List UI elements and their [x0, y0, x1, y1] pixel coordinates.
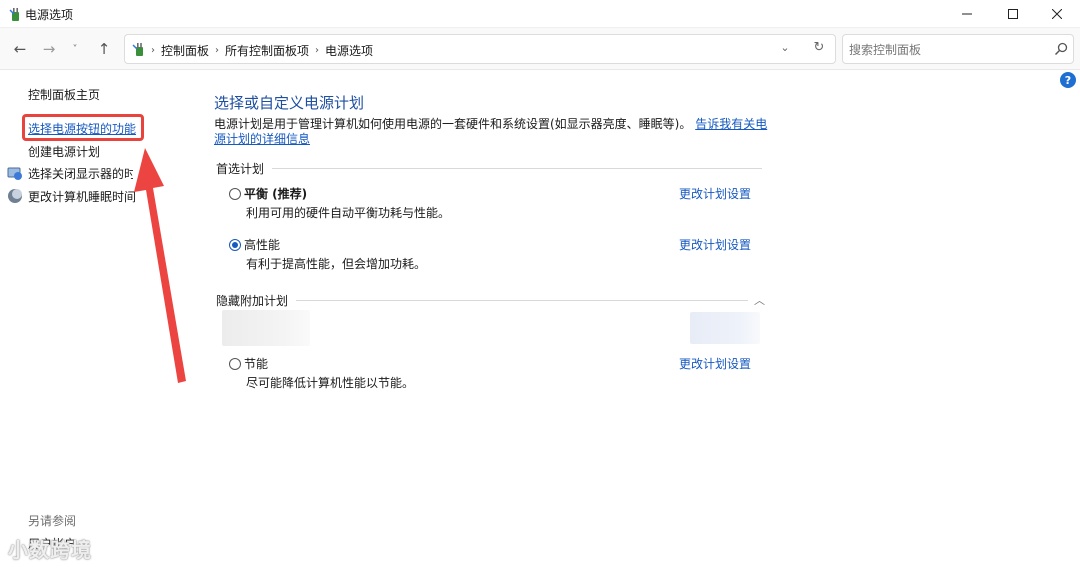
divider — [272, 168, 763, 169]
page-description: 电源计划是用于管理计算机如何使用电源的一套硬件和系统设置(如显示器亮度、睡眠等)… — [214, 117, 770, 147]
maximize-icon — [1008, 9, 1018, 19]
breadcrumb-separator: › — [315, 45, 320, 56]
minimize-icon — [962, 13, 972, 15]
chevron-down-icon: ˅ — [72, 43, 78, 55]
description-text: 电源计划是用于管理计算机如何使用电源的一套硬件和系统设置(如显示器亮度、睡眠等)… — [214, 117, 692, 131]
chevron-up-icon[interactable]: ︿ — [754, 292, 765, 308]
breadcrumb-separator: › — [151, 45, 155, 56]
control-panel-icon — [132, 43, 143, 56]
plan-name[interactable]: 高性能 — [244, 236, 280, 253]
turn-off-display-link[interactable]: 选择关闭显示器的时间 — [28, 165, 133, 182]
close-icon — [1052, 9, 1062, 19]
blurred-region — [222, 310, 310, 346]
plan-description: 利用可用的硬件自动平衡功耗与性能。 — [246, 206, 451, 220]
search-box — [842, 34, 1074, 64]
create-power-plan-link[interactable]: 创建电源计划 — [28, 143, 100, 160]
arrow-right-icon: → — [42, 40, 56, 58]
plan-description: 尽可能降低计算机性能以节能。 — [246, 376, 415, 390]
plan-balanced-radio[interactable] — [229, 188, 241, 200]
breadcrumb-item-control-panel[interactable]: 控制面板 — [161, 42, 209, 59]
annotation-highlight-box — [22, 114, 144, 141]
watermark: 小数跨境 — [8, 538, 92, 562]
page-title: 选择或自定义电源计划 — [214, 94, 365, 112]
search-icon[interactable] — [1053, 41, 1069, 57]
monitor-shield-icon — [7, 167, 22, 180]
change-plan-settings-link[interactable]: 更改计划设置 — [679, 236, 751, 253]
plan-balanced: 平衡 (推荐) 利用可用的硬件自动平衡功耗与性能。 更改计划设置 — [229, 185, 769, 225]
maximize-button[interactable] — [990, 0, 1036, 28]
see-also-heading: 另请参阅 — [28, 514, 77, 528]
help-icon: ? — [1064, 73, 1072, 87]
hidden-plans-heading: 隐藏附加计划 — [216, 292, 749, 309]
up-button[interactable]: ↑ — [93, 38, 115, 60]
moon-sleep-icon — [8, 189, 22, 203]
address-dropdown-icon[interactable]: ⌄ — [777, 41, 793, 54]
blurred-region — [690, 312, 760, 344]
navigation-bar: ← → ˅ ↑ › 控制面板 › 所有控制面板项 › 电源选项 ⌄ ↻ — [0, 28, 1080, 70]
arrow-left-icon: ← — [13, 40, 27, 58]
plan-high-performance: 高性能 有利于提高性能，但会增加功耗。 更改计划设置 — [229, 236, 769, 276]
breadcrumb-item-all-items[interactable]: 所有控制面板项 — [225, 42, 309, 59]
plan-description: 有利于提高性能，但会增加功耗。 — [246, 257, 427, 271]
forward-button[interactable]: → — [38, 38, 60, 60]
power-options-icon — [9, 8, 19, 21]
hidden-plans-label: 隐藏附加计划 — [216, 294, 289, 308]
divider — [296, 300, 749, 301]
change-plan-settings-link[interactable]: 更改计划设置 — [679, 355, 751, 372]
minimize-button[interactable] — [944, 0, 990, 28]
breadcrumb-separator: › — [215, 45, 220, 56]
window-title: 电源选项 — [25, 8, 74, 22]
plan-power-saver: 节能 尽可能降低计算机性能以节能。 更改计划设置 — [229, 355, 769, 395]
breadcrumb: › 控制面板 › 所有控制面板项 › 电源选项 — [151, 42, 373, 59]
preferred-plans-label: 首选计划 — [216, 162, 265, 176]
title-bar: 电源选项 — [0, 0, 1080, 28]
plan-high-performance-radio[interactable] — [229, 239, 241, 251]
back-button[interactable]: ← — [9, 38, 31, 60]
plan-power-saver-radio[interactable] — [229, 358, 241, 370]
change-plan-settings-link[interactable]: 更改计划设置 — [679, 185, 751, 202]
plan-name[interactable]: 平衡 (推荐) — [244, 185, 307, 202]
help-button[interactable]: ? — [1060, 72, 1076, 88]
plan-name[interactable]: 节能 — [244, 355, 268, 372]
recent-locations-button[interactable]: ˅ — [66, 38, 84, 60]
control-panel-home-link[interactable]: 控制面板主页 — [28, 86, 100, 103]
search-input[interactable] — [849, 41, 1045, 59]
arrow-up-icon: ↑ — [97, 40, 111, 58]
refresh-icon[interactable]: ↻ — [811, 40, 827, 55]
breadcrumb-item-power-options[interactable]: 电源选项 — [325, 42, 373, 59]
close-button[interactable] — [1034, 0, 1080, 28]
annotation-arrow — [134, 148, 186, 383]
preferred-plans-heading: 首选计划 — [216, 160, 763, 177]
address-bar[interactable]: › 控制面板 › 所有控制面板项 › 电源选项 ⌄ ↻ — [124, 34, 836, 64]
